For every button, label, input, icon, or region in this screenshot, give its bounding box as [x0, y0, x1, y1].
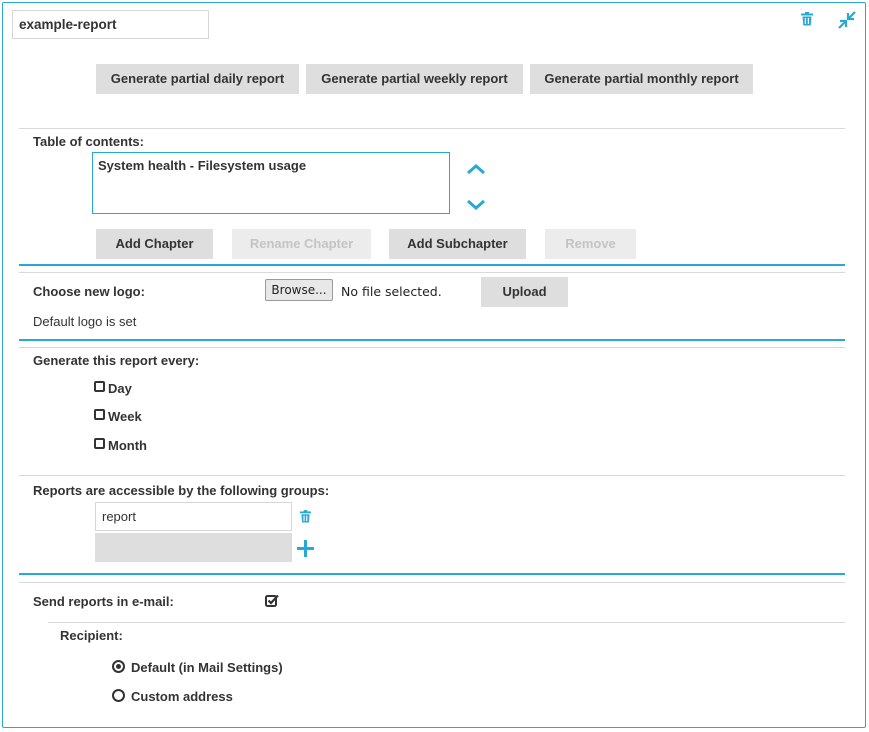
divider: [48, 622, 845, 623]
day-checkbox[interactable]: [94, 381, 105, 392]
report-name-input[interactable]: [12, 10, 209, 39]
default-recipient-label: Default (in Mail Settings): [131, 660, 283, 675]
toc-label: Table of contents:: [33, 134, 144, 149]
divider: [19, 475, 845, 476]
divider: [19, 582, 845, 583]
email-label: Send reports in e-mail:: [33, 594, 174, 609]
section-divider: [19, 264, 845, 266]
browse-button[interactable]: Browse...: [265, 279, 333, 301]
divider: [19, 128, 845, 129]
generate-daily-button[interactable]: Generate partial daily report: [96, 64, 299, 94]
plus-icon[interactable]: [297, 540, 314, 557]
generate-monthly-button[interactable]: Generate partial monthly report: [530, 64, 753, 94]
group-input[interactable]: [95, 502, 292, 531]
month-checkbox[interactable]: [94, 438, 105, 449]
add-chapter-button[interactable]: Add Chapter: [96, 229, 213, 259]
logo-status: Default logo is set: [33, 314, 137, 329]
generate-weekly-button[interactable]: Generate partial weekly report: [306, 64, 523, 94]
toc-item[interactable]: System health - Filesystem usage: [98, 158, 444, 173]
section-divider: [19, 339, 845, 341]
trash-icon[interactable]: [801, 12, 813, 26]
recipient-label: Recipient:: [60, 628, 123, 643]
checked-checkbox-icon[interactable]: [265, 594, 279, 607]
month-label: Month: [108, 438, 147, 453]
upload-button[interactable]: Upload: [481, 277, 568, 307]
section-divider: [19, 573, 845, 575]
collapse-arrows-icon[interactable]: [838, 11, 856, 29]
add-subchapter-button[interactable]: Add Subchapter: [389, 229, 526, 259]
divider: [19, 272, 845, 273]
rename-chapter-button[interactable]: Rename Chapter: [232, 229, 371, 259]
custom-address-radio[interactable]: [112, 689, 125, 702]
logo-label: Choose new logo:: [33, 284, 145, 299]
remove-chapter-button[interactable]: Remove: [545, 229, 636, 259]
week-checkbox[interactable]: [94, 409, 105, 420]
custom-address-label: Custom address: [131, 689, 233, 704]
toc-list[interactable]: System health - Filesystem usage: [92, 152, 450, 214]
chevron-up-icon[interactable]: [466, 163, 486, 175]
file-status: No file selected.: [341, 284, 442, 299]
divider: [19, 347, 845, 348]
default-recipient-radio[interactable]: [112, 660, 125, 673]
trash-icon[interactable]: [300, 510, 311, 523]
week-label: Week: [108, 409, 142, 424]
groups-label: Reports are accessible by the following …: [33, 483, 330, 498]
day-label: Day: [108, 381, 132, 396]
chevron-down-icon[interactable]: [466, 199, 486, 211]
schedule-label: Generate this report every:: [33, 353, 200, 368]
new-group-input[interactable]: [95, 533, 292, 562]
